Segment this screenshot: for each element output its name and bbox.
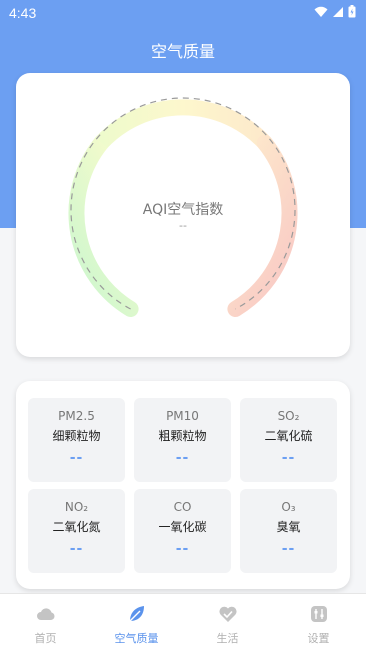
pollutant-name: 细颗粒物 [52,429,101,443]
tab-label: 设置 [307,632,330,645]
pollutant-value: -- [281,450,296,466]
pollutant-tile-o3[interactable]: O₃ 臭氧 -- [240,489,337,573]
tab-life[interactable]: 生活 [182,594,273,652]
signal-icon [333,6,343,17]
status-bar: 4:43 [0,0,366,26]
pollutant-code: NO₂ [64,500,89,514]
tab-air-quality[interactable]: 空气质量 [91,594,182,652]
leaf-icon [129,606,144,622]
status-time: 4:43 [9,5,37,21]
heart-icon [219,606,237,622]
pollutant-name: 一氧化碳 [158,520,207,534]
aqi-label: AQI空气指数 [142,202,224,218]
tab-label: 首页 [34,632,57,645]
pollutant-value: -- [175,450,190,466]
pollutant-code: CO [173,500,192,514]
pollutant-name: 二氧化氮 [52,520,101,534]
aqi-gauge-card: AQI空气指数 -- [16,73,350,357]
battery-icon [348,5,356,18]
pollutant-value: -- [69,541,84,557]
pollutants-card: PM2.5 细颗粒物 -- PM10 粗颗粒物 -- SO₂ 二氧化硫 -- N… [16,381,350,589]
pollutant-name: 粗颗粒物 [158,429,207,443]
pollutant-value: -- [69,450,84,466]
pollutant-name: 臭氧 [276,520,301,534]
status-icons [314,5,356,18]
pollutant-code: PM10 [166,409,199,423]
tab-label: 生活 [216,632,239,645]
pollutant-code: PM2.5 [58,409,95,423]
tab-label: 空气质量 [114,632,159,645]
sliders-icon [311,606,327,622]
pollutant-name: 二氧化硫 [264,429,313,443]
pollutant-tile-co[interactable]: CO 一氧化碳 -- [134,489,231,573]
pollutant-code: O₃ [281,500,296,514]
tab-settings[interactable]: 设置 [273,594,364,652]
page-title: 空气质量 [150,42,215,61]
pollutant-tile-pm10[interactable]: PM10 粗颗粒物 -- [134,398,231,482]
pollutant-tile-pm25[interactable]: PM2.5 细颗粒物 -- [28,398,125,482]
pollutant-tile-so2[interactable]: SO₂ 二氧化硫 -- [240,398,337,482]
cloud-icon [37,608,55,620]
bottom-tab-bar: 首页 空气质量 生活 设置 [0,593,366,652]
tab-home[interactable]: 首页 [0,594,91,652]
pollutant-value: -- [175,541,190,557]
wifi-icon [314,6,328,17]
aqi-value: -- [179,219,187,232]
pollutant-value: -- [281,541,296,557]
pollutant-tile-no2[interactable]: NO₂ 二氧化氮 -- [28,489,125,573]
pollutant-code: SO₂ [277,409,300,423]
